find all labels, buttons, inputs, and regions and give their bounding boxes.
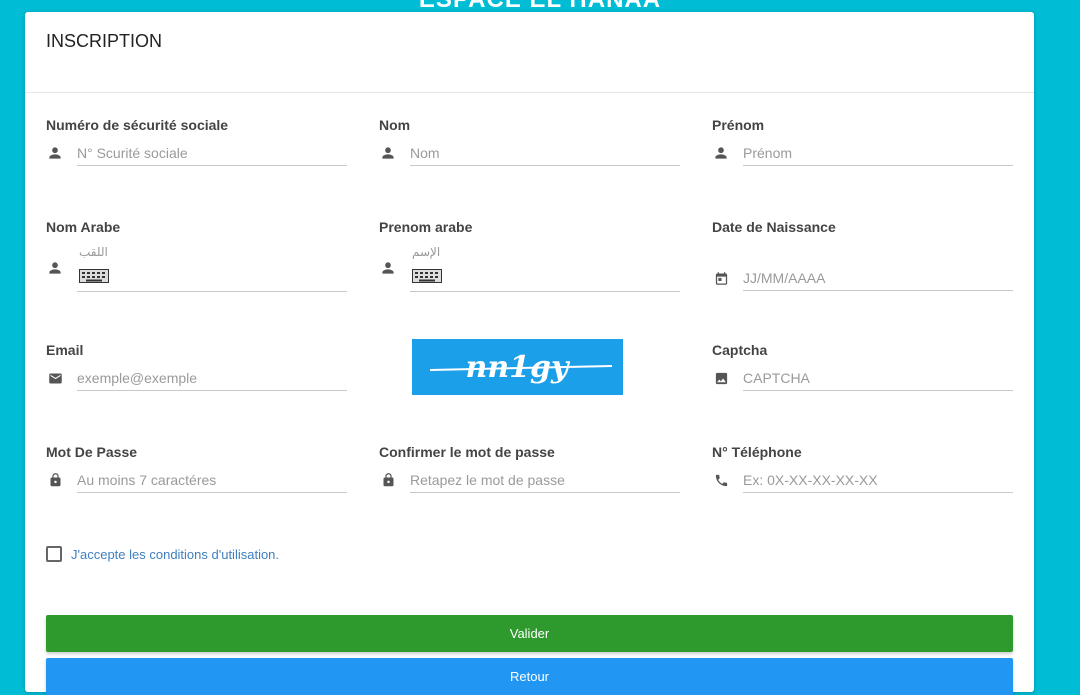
prenom-arabe-input[interactable]: الإسم: [410, 245, 680, 292]
nom-input[interactable]: [410, 140, 680, 166]
calendar-icon: [712, 269, 730, 287]
lock-icon: [379, 471, 397, 489]
person-icon: [379, 144, 397, 162]
password-field: Mot De Passe: [46, 444, 347, 493]
phone-field: N° Téléphone: [712, 444, 1013, 493]
naissance-field: Date de Naissance: [712, 219, 1013, 291]
prenom-field: Prénom: [712, 117, 1013, 166]
nom-arabe-input[interactable]: اللقب: [77, 245, 347, 292]
person-icon: [712, 144, 730, 162]
nom-arabe-placeholder: اللقب: [79, 245, 108, 259]
naissance-input[interactable]: [743, 265, 1013, 291]
terms-row: J'accepte les conditions d'utilisation.: [46, 546, 279, 562]
confirm-field: Confirmer le mot de passe: [379, 444, 680, 493]
nom-label: Nom: [379, 117, 411, 133]
phone-icon: [712, 471, 730, 489]
person-icon: [379, 259, 397, 277]
image-icon: [712, 369, 730, 387]
nom-arabe-field: Nom Arabe اللقب: [46, 219, 347, 292]
keyboard-icon[interactable]: [79, 269, 109, 288]
phone-input[interactable]: [743, 467, 1013, 493]
prenom-arabe-field: Prenom arabe الإسم: [379, 219, 680, 292]
email-input[interactable]: [77, 365, 347, 391]
person-icon: [46, 259, 64, 277]
person-icon: [46, 144, 64, 162]
prenom-label: Prénom: [712, 117, 765, 133]
captcha-image: nn1gy: [412, 339, 623, 395]
password-label: Mot De Passe: [46, 444, 138, 460]
secu-field: Numéro de sécurité sociale: [46, 117, 347, 166]
email-field: Email: [46, 342, 347, 391]
submit-button[interactable]: Valider: [46, 615, 1013, 652]
naissance-label: Date de Naissance: [712, 219, 836, 235]
prenom-arabe-label: Prenom arabe: [379, 219, 473, 235]
keyboard-icon[interactable]: [412, 269, 442, 288]
secu-label: Numéro de sécurité sociale: [46, 117, 229, 133]
prenom-input[interactable]: [743, 140, 1013, 166]
password-input[interactable]: [77, 467, 347, 493]
lock-icon: [46, 471, 64, 489]
secu-input[interactable]: [77, 140, 347, 166]
mail-icon: [46, 369, 64, 387]
confirm-label: Confirmer le mot de passe: [379, 444, 555, 460]
nom-arabe-label: Nom Arabe: [46, 219, 121, 235]
form-title: INSCRIPTION: [25, 12, 1034, 93]
confirm-input[interactable]: [410, 467, 680, 493]
captcha-input[interactable]: [743, 365, 1013, 391]
terms-link[interactable]: J'accepte les conditions d'utilisation.: [71, 547, 279, 562]
phone-label: N° Téléphone: [712, 444, 802, 460]
registration-card: INSCRIPTION Numéro de sécurité sociale N…: [25, 12, 1034, 695]
prenom-arabe-placeholder: الإسم: [412, 245, 441, 259]
back-button[interactable]: Retour: [46, 658, 1013, 695]
captcha-field: Captcha: [712, 342, 1013, 391]
captcha-label: Captcha: [712, 342, 768, 358]
email-label: Email: [46, 342, 84, 358]
terms-checkbox[interactable]: [46, 546, 62, 562]
nom-field: Nom: [379, 117, 680, 166]
